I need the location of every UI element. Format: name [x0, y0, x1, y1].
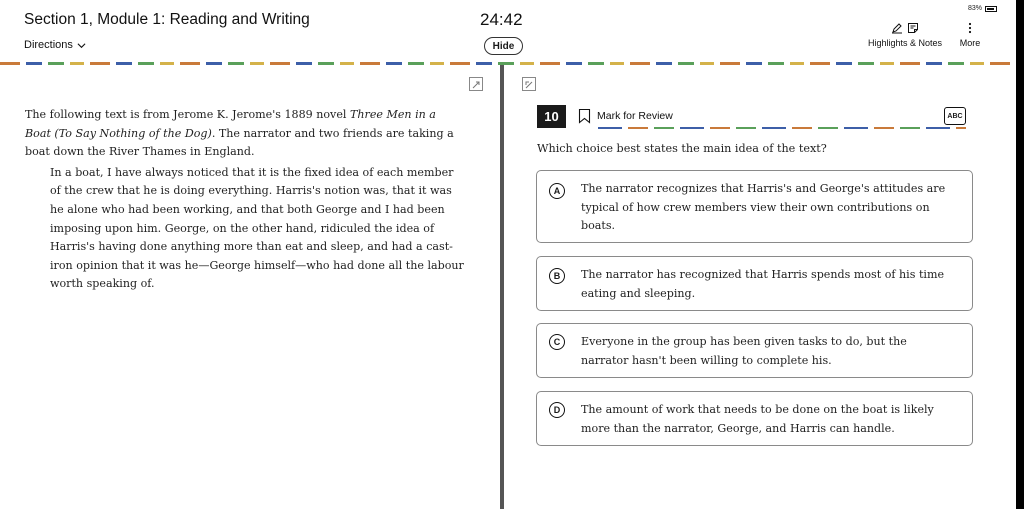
answer-choice-a[interactable]: A The narrator recognizes that Harris's …: [536, 170, 973, 243]
answer-choice-d[interactable]: D The amount of work that needs to be do…: [536, 391, 973, 446]
section-title: Section 1, Module 1: Reading and Writing: [24, 11, 310, 28]
mark-for-review-label: Mark for Review: [597, 110, 673, 122]
expand-question-icon[interactable]: [522, 77, 536, 91]
question-prompt: Which choice best states the main idea o…: [537, 142, 827, 155]
header-divider: [0, 62, 1016, 65]
bookmark-icon: [578, 108, 591, 124]
answer-eliminator-button[interactable]: ABC: [944, 107, 966, 125]
passage: The following text is from Jerome K. Jer…: [25, 106, 465, 294]
timer: 24:42: [480, 10, 523, 29]
choice-text: The narrator has recognized that Harris …: [581, 268, 945, 300]
pen-icon: [892, 23, 902, 34]
choice-text: Everyone in the group has been given tas…: [581, 335, 907, 367]
mark-for-review-button[interactable]: Mark for Review: [578, 108, 673, 124]
choice-text: The narrator recognizes that Harris's an…: [581, 182, 946, 233]
screen-edge: [1016, 0, 1024, 509]
test-window: Section 1, Module 1: Reading and Writing…: [0, 0, 1016, 509]
battery-status: 83%: [968, 5, 998, 12]
hide-timer-button[interactable]: Hide: [484, 37, 523, 55]
directions-label: Directions: [24, 39, 73, 51]
passage-intro: The following text is from Jerome K. Jer…: [25, 108, 454, 159]
choice-letter: C: [549, 334, 565, 350]
question-header-divider: [598, 127, 966, 129]
more-label: More: [959, 38, 981, 48]
choice-letter: D: [549, 402, 565, 418]
expand-passage-icon[interactable]: [469, 77, 483, 91]
header: Section 1, Module 1: Reading and Writing…: [0, 0, 1016, 62]
choice-letter: B: [549, 268, 565, 284]
answer-choice-b[interactable]: B The narrator has recognized that Harri…: [536, 256, 973, 311]
pane-divider[interactable]: [500, 65, 504, 509]
directions-toggle[interactable]: Directions: [24, 39, 86, 51]
more-vertical-icon: [968, 22, 972, 34]
choice-text: The amount of work that needs to be done…: [581, 403, 934, 435]
chevron-down-icon: [77, 42, 86, 48]
note-icon: [908, 23, 918, 33]
battery-icon: [985, 5, 998, 12]
battery-percent: 83%: [968, 5, 983, 12]
choice-letter: A: [549, 183, 565, 199]
more-button[interactable]: More: [955, 22, 985, 48]
passage-excerpt: In a boat, I have always noticed that it…: [50, 165, 464, 291]
highlights-notes-button[interactable]: Highlights & Notes: [864, 22, 946, 48]
highlights-notes-label: Highlights & Notes: [867, 38, 943, 48]
answer-choice-c[interactable]: C Everyone in the group has been given t…: [536, 323, 973, 378]
question-number: 10: [537, 105, 566, 128]
